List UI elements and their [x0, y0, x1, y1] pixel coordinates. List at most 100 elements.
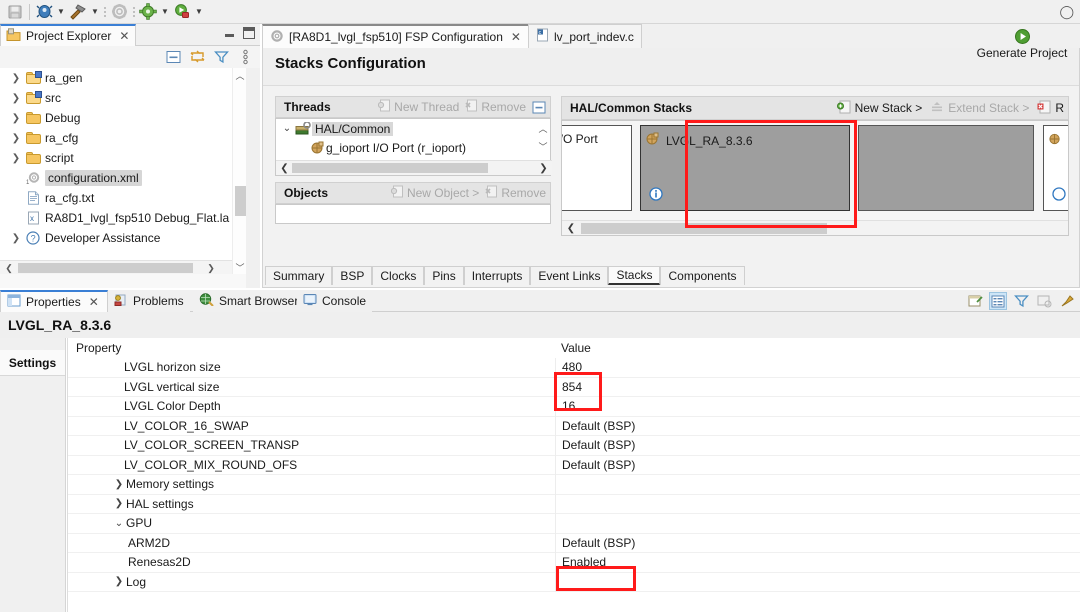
chevron-right-icon[interactable]: ❯	[8, 93, 24, 104]
run-dropdown-arrow[interactable]: ▼	[193, 2, 205, 22]
external-tools-icon[interactable]	[137, 2, 159, 22]
table-row[interactable]: ARM2D Default (BSP)	[68, 533, 1080, 553]
stack-box-ioport[interactable]: ort I/O Port ort)	[562, 125, 632, 211]
property-value[interactable]: Default (BSP)	[562, 536, 635, 550]
toolbar-right-circle-icon[interactable]: ◯	[1059, 4, 1080, 20]
tree-item-debug[interactable]: ❯ Debug	[0, 108, 246, 128]
new-stack-button[interactable]: New Stack >	[836, 100, 922, 117]
stacks-canvas[interactable]: ort I/O Port ort) LVGL_RA_8.3.6	[561, 120, 1069, 236]
extend-stack-button[interactable]: Extend Stack >	[930, 100, 1029, 117]
property-value[interactable]: Default (BSP)	[562, 438, 635, 452]
tab-components[interactable]: Components	[660, 266, 745, 285]
chevron-right-icon[interactable]: ❯	[8, 153, 24, 164]
side-tab-settings[interactable]: Settings	[0, 350, 65, 376]
property-value[interactable]: Enabled	[562, 555, 606, 569]
close-icon[interactable]: ✕	[119, 29, 129, 43]
tab-console[interactable]: Console	[297, 290, 373, 312]
stack-box-right-gray[interactable]	[858, 125, 1034, 211]
tab-fsp-configuration[interactable]: [RA8D1_lvgl_fsp510] FSP Configuration ✕	[262, 24, 529, 48]
table-row[interactable]: ❯ Log	[68, 572, 1080, 592]
table-row[interactable]: ⌄ GPU	[68, 513, 1080, 534]
table-row[interactable]: LV_COLOR_MIX_ROUND_OFS Default (BSP)	[68, 455, 1080, 475]
property-value[interactable]: Default (BSP)	[562, 458, 635, 472]
build-dropdown-arrow[interactable]: ▼	[89, 2, 101, 22]
threads-horizontal-scrollbar[interactable]: ❮ ❯	[276, 160, 552, 175]
objects-list[interactable]	[275, 204, 551, 224]
thread-item-hal-common[interactable]: ⌄ HAL/Common	[276, 119, 550, 138]
scroll-right-icon[interactable]: ❯	[204, 261, 218, 274]
scroll-thumb[interactable]	[18, 263, 193, 273]
generate-project-button[interactable]: Generate Project	[969, 28, 1075, 60]
pin-icon[interactable]	[1058, 292, 1076, 310]
save-icon[interactable]	[4, 2, 26, 22]
tree-horizontal-scrollbar[interactable]: ❮ ❯	[0, 260, 246, 274]
table-row[interactable]: ❯ HAL settings	[68, 494, 1080, 514]
tools-dropdown-arrow[interactable]: ▼	[159, 2, 171, 22]
chevron-right-icon[interactable]: ❯	[8, 113, 24, 124]
collapse-threads-icon[interactable]	[532, 101, 546, 114]
tree-item-configuration-xml[interactable]: ❯ 1 configuration.xml	[0, 168, 246, 188]
threads-list[interactable]: ⌄ HAL/Common g_ioport I/O Port (r_ioport…	[275, 118, 552, 176]
chevron-right-icon[interactable]: ❯	[8, 233, 24, 244]
remove-stack-button[interactable]: R	[1037, 100, 1064, 117]
tree-item-ra_gen[interactable]: ❯ ra_gen	[0, 68, 246, 88]
tab-interrupts[interactable]: Interrupts	[463, 266, 531, 285]
new-thread-button[interactable]: New Thread	[378, 99, 459, 115]
property-value[interactable]: Default (BSP)	[562, 419, 635, 433]
scroll-left-icon[interactable]: ❮	[2, 261, 16, 274]
table-row[interactable]: LVGL vertical size 854	[68, 377, 1080, 397]
stack-box-lvgl-ra[interactable]: LVGL_RA_8.3.6	[640, 125, 850, 211]
close-icon[interactable]: ✕	[89, 295, 99, 309]
scroll-down-icon[interactable]: ﹀	[233, 260, 247, 274]
collapse-all-icon[interactable]	[164, 48, 182, 66]
tab-bsp[interactable]: BSP	[332, 266, 373, 285]
scroll-thumb[interactable]	[581, 223, 827, 234]
debug-dropdown-arrow[interactable]: ▼	[55, 2, 67, 22]
scroll-left-icon[interactable]: ❮	[564, 221, 578, 235]
tree-vertical-scrollbar[interactable]: ︿ ﹀	[232, 68, 246, 274]
build-hammer-icon[interactable]	[67, 2, 89, 22]
scroll-up-icon[interactable]: ︿	[536, 120, 550, 136]
tree-item-developer-assistance[interactable]: ❯ ? Developer Assistance	[0, 228, 246, 248]
threads-vertical-scrollbar[interactable]: ︿ ﹀	[536, 119, 550, 159]
stacks-horizontal-scrollbar[interactable]: ❮	[562, 220, 1068, 235]
tree-item-launch-file[interactable]: ❯ x RA8D1_lvgl_fsp510 Debug_Flat.la	[0, 208, 246, 228]
toolbar-dots-handle-2[interactable]	[130, 3, 137, 21]
tree-item-src[interactable]: ❯ src	[0, 88, 246, 108]
chevron-right-icon[interactable]: ❯	[112, 498, 126, 509]
property-value[interactable]: 480	[562, 360, 582, 374]
minimize-icon[interactable]	[224, 28, 235, 39]
table-row[interactable]: LVGL Color Depth 16	[68, 396, 1080, 417]
run-icon[interactable]	[171, 2, 193, 22]
link-with-editor-icon[interactable]	[188, 48, 206, 66]
filter-icon[interactable]	[212, 48, 230, 66]
table-row[interactable]: LV_COLOR_16_SWAP Default (BSP)	[68, 416, 1080, 436]
debug-icon[interactable]	[33, 2, 55, 22]
tab-problems[interactable]: Problems	[108, 290, 190, 312]
tab-clocks[interactable]: Clocks	[372, 266, 425, 285]
tab-event-links[interactable]: Event Links	[530, 266, 609, 285]
project-tree[interactable]: ❯ ra_gen ❯ src ❯ Debug ❯ ra_cfg ❯ script…	[0, 68, 246, 274]
property-value[interactable]: 854	[562, 380, 582, 394]
scroll-thumb-vertical[interactable]	[235, 186, 246, 216]
tab-stacks[interactable]: Stacks	[608, 266, 661, 285]
tab-project-explorer[interactable]: Project Explorer ✕	[0, 24, 137, 46]
scroll-down-icon[interactable]: ﹀	[536, 138, 550, 154]
remove-thread-button[interactable]: Remove	[465, 99, 526, 115]
tree-item-ra_cfg-txt[interactable]: ❯ ra_cfg.txt	[0, 188, 246, 208]
remove-object-button[interactable]: Remove	[485, 185, 546, 201]
table-row[interactable]: Renesas2D Enabled	[68, 552, 1080, 573]
scroll-right-icon[interactable]: ❯	[536, 161, 551, 175]
thread-item-ioport[interactable]: g_ioport I/O Port (r_ioport)	[276, 138, 550, 157]
scroll-left-icon[interactable]: ❮	[277, 161, 292, 175]
categories-icon[interactable]	[989, 292, 1007, 310]
table-row[interactable]: LVGL horizon size 480	[68, 357, 1080, 378]
scroll-thumb[interactable]	[292, 163, 488, 173]
tab-lv-port-indev-c[interactable]: c lv_port_indev.c	[528, 24, 642, 48]
chevron-right-icon[interactable]: ❯	[112, 479, 126, 490]
chevron-right-icon[interactable]: ❯	[8, 73, 24, 84]
info-icon[interactable]	[1052, 187, 1066, 204]
close-icon[interactable]: ✕	[511, 30, 521, 44]
maximize-icon[interactable]	[243, 27, 255, 39]
new-view-icon[interactable]	[966, 292, 984, 310]
